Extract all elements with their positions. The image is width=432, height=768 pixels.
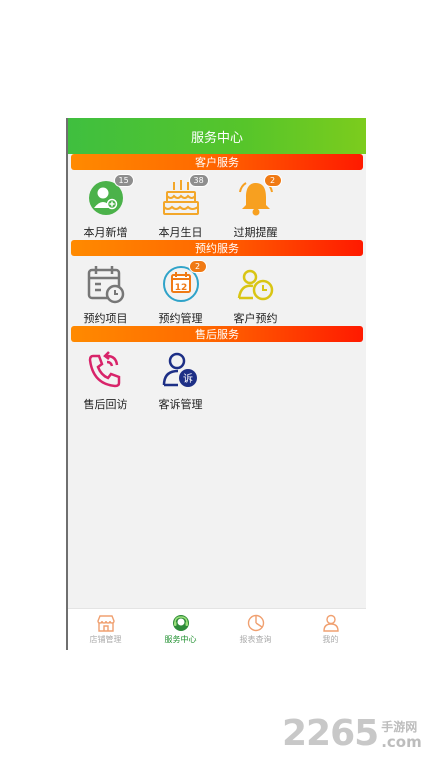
tile-label: 售后回访 xyxy=(83,398,128,411)
tile-after-sales-callback[interactable]: 售后回访 xyxy=(68,348,143,414)
tile-customer-appointment[interactable]: 客户预约 xyxy=(218,262,293,328)
tile-new-this-month[interactable]: 15 本月新增 xyxy=(68,174,143,242)
phone-callback-icon xyxy=(88,351,120,388)
tile-complaint-management[interactable]: 诉 客诉管理 xyxy=(143,348,218,414)
tile-label: 本月新增 xyxy=(83,226,128,239)
page-title: 服务中心 xyxy=(190,130,243,146)
tab-label: 店铺管理 xyxy=(89,635,122,644)
app-screen: 服务中心 客户服务 15 本月新增 38 本月生日 2 过期提醒 预约服务 预约… xyxy=(66,118,366,650)
user-icon xyxy=(322,614,339,632)
site-watermark: 2265 手游网 .com xyxy=(282,716,422,752)
tile-expiry-reminder[interactable]: 2 过期提醒 xyxy=(218,174,293,242)
complaint-user-icon: 诉 xyxy=(162,352,197,387)
bottom-tab-bar: 店铺管理 服务中心 报表查询 我的 xyxy=(68,608,366,650)
badge-count: 15 xyxy=(113,174,134,187)
tab-label: 我的 xyxy=(322,635,339,644)
tile-label: 预约管理 xyxy=(158,312,203,325)
after-sales-grid: 售后回访 诉 客诉管理 xyxy=(68,342,366,414)
section-title: 售后服务 xyxy=(195,328,239,341)
tile-label: 客诉管理 xyxy=(158,398,203,411)
customer-clock-icon xyxy=(237,269,273,301)
header-bar: 服务中心 xyxy=(68,118,366,154)
tab-mine[interactable]: 我的 xyxy=(293,609,366,650)
badge-count: 2 xyxy=(263,174,282,187)
tile-birthday-this-month[interactable]: 38 本月生日 xyxy=(143,174,218,242)
tile-appointment-management[interactable]: 12 2 预约管理 xyxy=(143,260,218,328)
watermark-cn: 手游网 xyxy=(381,720,418,734)
tab-label: 报表查询 xyxy=(239,635,272,644)
customer-service-grid: 15 本月新增 38 本月生日 2 过期提醒 xyxy=(68,170,366,242)
appointment-service-grid: 预约项目 12 2 预约管理 客户预约 xyxy=(68,256,366,328)
section-header-customer-service: 客户服务 xyxy=(71,154,363,170)
store-icon xyxy=(96,615,115,632)
section-header-after-sales-service: 售后服务 xyxy=(71,326,363,342)
badge-count: 2 xyxy=(188,260,207,273)
tab-store-management[interactable]: 店铺管理 xyxy=(68,609,143,650)
watermark-number: 2265 xyxy=(282,713,379,754)
tile-appointment-items[interactable]: 预约项目 xyxy=(68,262,143,328)
section-header-appointment-service: 预约服务 xyxy=(71,240,363,256)
tile-label: 客户预约 xyxy=(233,312,278,325)
tab-service-center[interactable]: 服务中心 xyxy=(143,609,218,650)
svg-text:诉: 诉 xyxy=(183,372,193,385)
section-title: 客户服务 xyxy=(195,156,239,169)
report-pie-icon xyxy=(247,614,264,632)
tile-label: 预约项目 xyxy=(83,312,128,325)
headset-icon xyxy=(172,615,189,631)
watermark-domain: .com xyxy=(381,733,422,751)
tile-label: 过期提醒 xyxy=(233,226,278,239)
calendar-clock-icon xyxy=(87,266,124,304)
svg-text:12: 12 xyxy=(174,283,187,293)
section-title: 预约服务 xyxy=(195,242,239,255)
tab-label: 服务中心 xyxy=(164,635,197,644)
badge-count: 38 xyxy=(188,174,209,187)
tab-report-query[interactable]: 报表查询 xyxy=(218,609,293,650)
tile-label: 本月生日 xyxy=(158,226,203,239)
